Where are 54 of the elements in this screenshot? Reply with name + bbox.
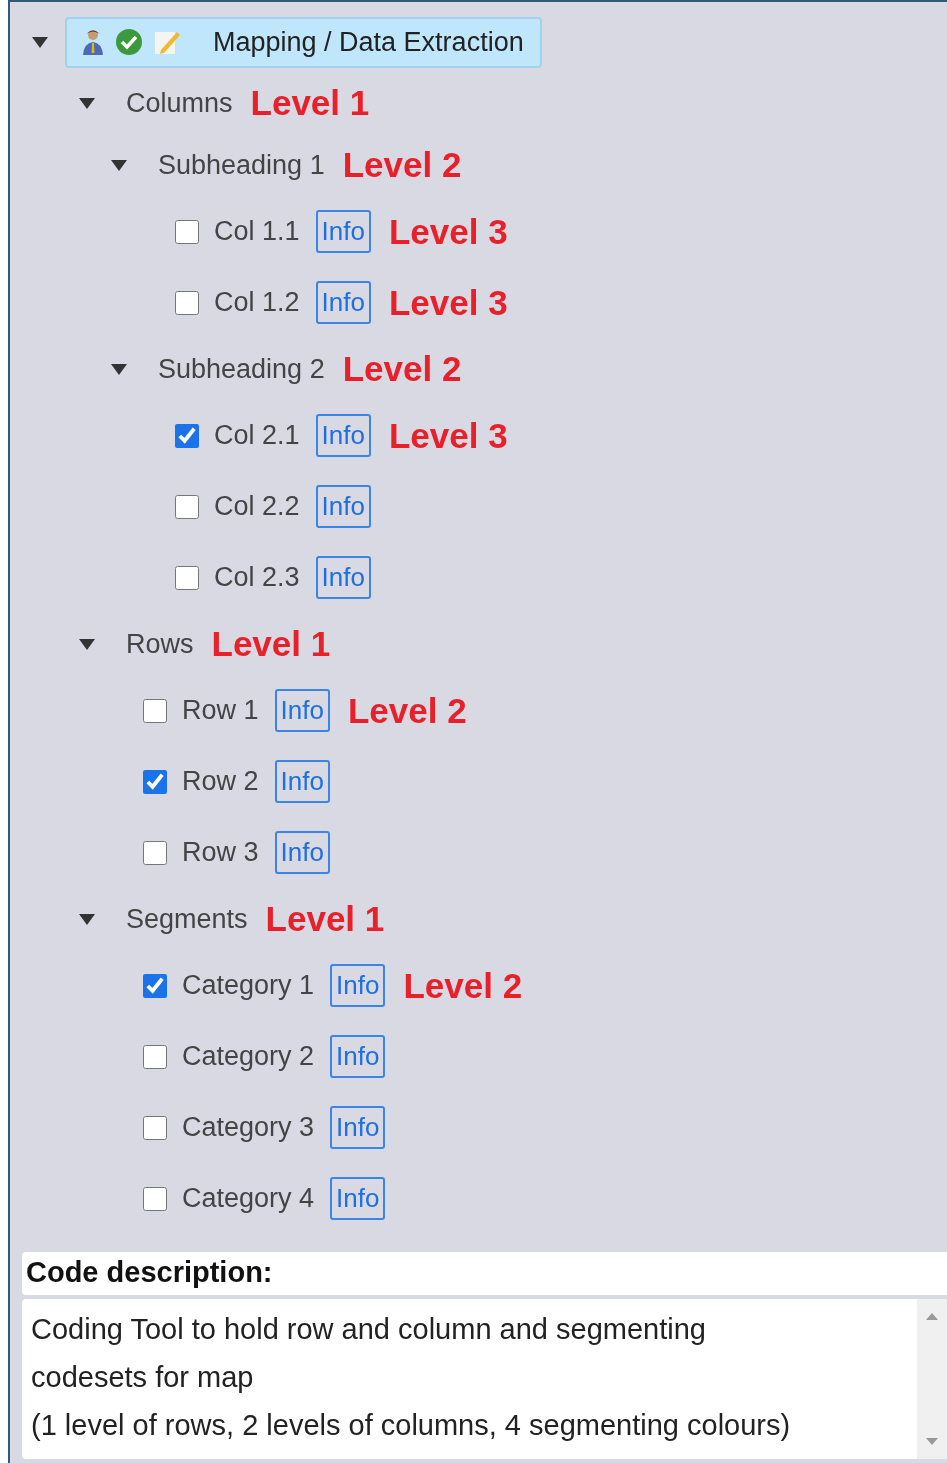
code-label[interactable]: Col 1.1	[214, 216, 300, 247]
checkbox[interactable]	[175, 565, 199, 590]
level-annotation: Level 2	[342, 145, 462, 185]
node-label[interactable]: Columns	[126, 87, 233, 119]
node-label[interactable]: Subheading 2	[158, 353, 325, 385]
collapse-caret-icon[interactable]	[79, 638, 95, 650]
description-label: Code description:	[22, 1252, 947, 1295]
code-label[interactable]: Category 4	[182, 1183, 315, 1214]
level-annotation: Level 3	[388, 415, 508, 456]
level-annotation: Level 2	[347, 690, 467, 731]
level-annotation: Level 2	[342, 349, 462, 389]
node-label[interactable]: Rows	[126, 628, 194, 660]
checkbox[interactable]	[175, 494, 199, 519]
checkbox[interactable]	[143, 769, 167, 794]
level-annotation: Level 1	[265, 899, 385, 939]
checkbox[interactable]	[175, 290, 199, 315]
description-text: (1 level of rows, 2 levels of columns, 4 segmenting colours)	[31, 1408, 792, 1443]
level-annotation: Level 3	[388, 282, 508, 323]
node-label[interactable]: Segments	[126, 903, 248, 935]
checkbox[interactable]	[143, 973, 167, 998]
code-label[interactable]: Category 2	[182, 1041, 315, 1072]
level-annotation: Level 2	[403, 965, 523, 1006]
description-text: Coding Tool to hold row and column and segmenting	[31, 1312, 707, 1347]
root-node[interactable]: Mapping / Data Extraction	[65, 16, 542, 68]
collapse-caret-icon[interactable]	[111, 363, 127, 375]
code-label[interactable]: Row 3	[182, 837, 259, 868]
checkbox[interactable]	[143, 1115, 167, 1140]
code-label[interactable]: Row 2	[182, 766, 259, 797]
level-annotation: Level 3	[388, 211, 508, 252]
code-label[interactable]: Category 3	[182, 1112, 315, 1143]
person-icon	[81, 28, 105, 56]
scrollbar[interactable]	[917, 1299, 947, 1459]
code-label[interactable]: Col 1.2	[214, 287, 300, 318]
node-label[interactable]: Subheading 1	[158, 149, 325, 181]
collapse-caret-icon[interactable]	[111, 159, 127, 171]
level-annotation: Level 1	[211, 624, 331, 664]
checkbox[interactable]	[175, 423, 199, 448]
checkbox[interactable]	[143, 840, 167, 865]
checkbox[interactable]	[143, 698, 167, 723]
checkbox[interactable]	[175, 219, 199, 244]
collapse-caret-icon[interactable]	[32, 36, 48, 48]
collapse-caret-icon[interactable]	[79, 913, 95, 925]
collapse-caret-icon[interactable]	[79, 97, 95, 109]
checkbox[interactable]	[143, 1186, 167, 1211]
description-field[interactable]: Coding Tool to hold row and column and segmenting codesets for map (1 level of rows, 2 levels of columns, 4 segmenting colours)	[22, 1299, 947, 1459]
level-annotation: Level 1	[250, 83, 370, 123]
code-label[interactable]: Col 2.1	[214, 420, 300, 451]
check-circle-icon	[115, 28, 143, 56]
description-text: codesets for map	[31, 1360, 255, 1395]
code-label[interactable]: Col 2.2	[214, 491, 300, 522]
checkbox[interactable]	[143, 1044, 167, 1069]
code-label[interactable]: Row 1	[182, 695, 259, 726]
code-label[interactable]: Col 2.3	[214, 562, 300, 593]
code-label[interactable]: Category 1	[182, 970, 315, 1001]
